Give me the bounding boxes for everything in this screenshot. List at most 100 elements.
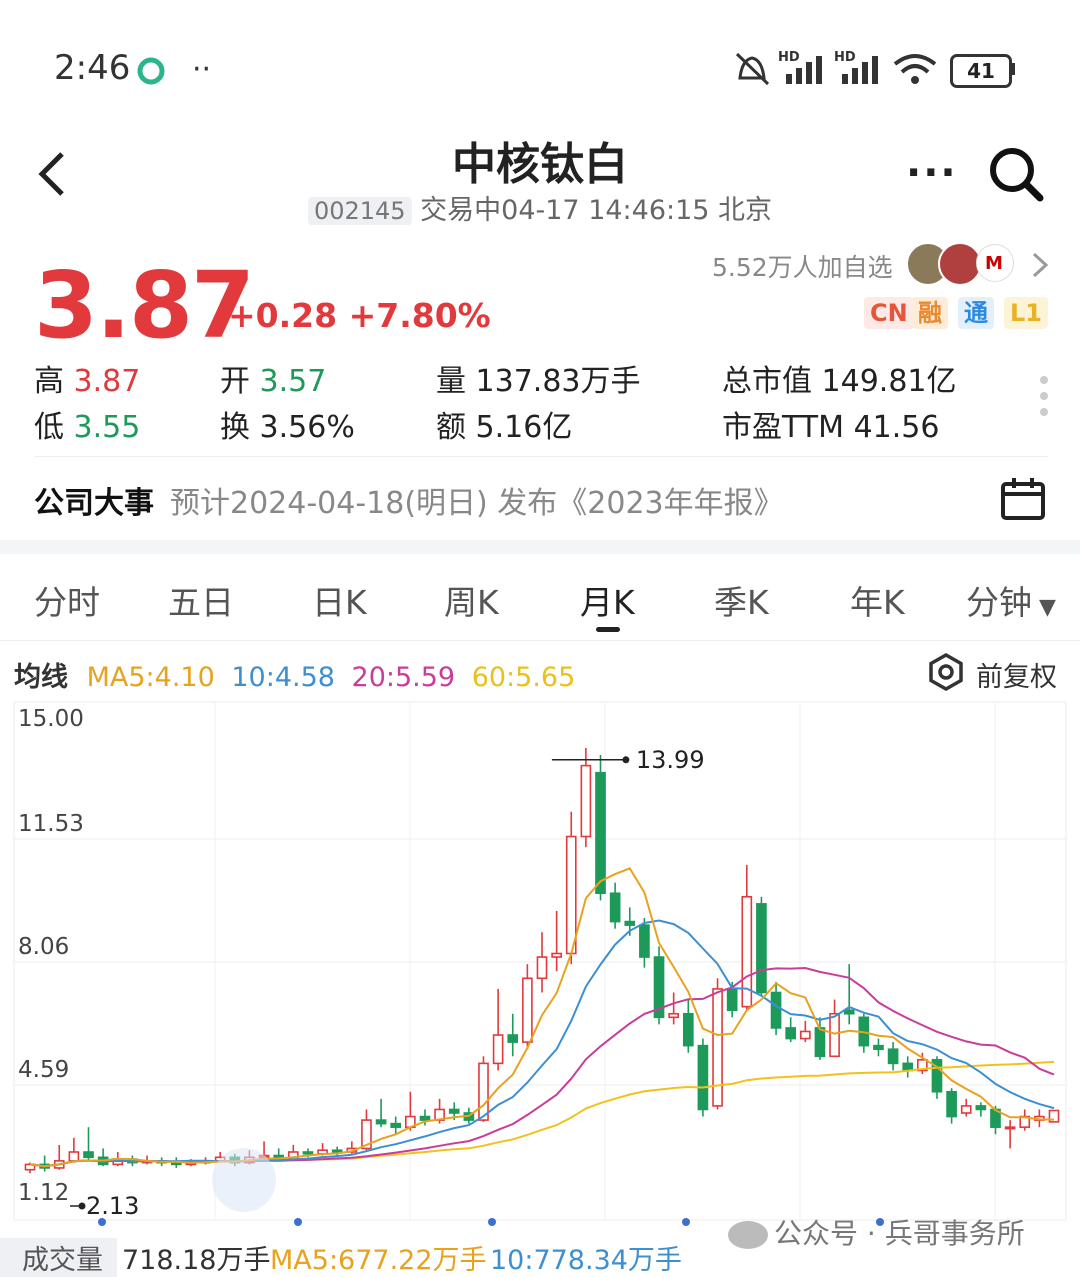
- candle-body: [668, 1012, 679, 1019]
- candle-body: [770, 991, 782, 1029]
- candle-body: [331, 1149, 343, 1153]
- candle-body: [726, 988, 738, 1012]
- y-tick-label: 15.00: [18, 706, 84, 732]
- volume-value: 718.18万手: [122, 1245, 271, 1276]
- candle-body: [946, 1090, 957, 1118]
- volume-label: 成交量: [0, 1238, 117, 1277]
- candle-body: [507, 1034, 519, 1043]
- candle-body: [565, 835, 577, 955]
- ma20-line: [29, 966, 1055, 1168]
- tab-intraday[interactable]: 分时: [34, 576, 100, 624]
- volume-ma10: 10:778.34万手: [490, 1245, 682, 1276]
- tag-cn[interactable]: CN: [864, 297, 914, 329]
- watermark-text: 公众号 · 兵哥事务所: [774, 1217, 1025, 1250]
- candle-body: [975, 1105, 987, 1111]
- status-bar: 2:46 ·· HD HD 41: [0, 0, 1080, 130]
- candle-body: [536, 956, 548, 980]
- stat-volume: 量 137.83万手: [436, 364, 641, 399]
- candle-body: [682, 1012, 694, 1047]
- stat-low: 低 3.55: [34, 410, 141, 445]
- dropdown-arrow-icon: ▼: [1032, 595, 1056, 620]
- stat-high: 高 3.87: [34, 364, 141, 399]
- ma-legend: 均线 MA5:4.10 10:4.58 20:5.59 60:5.65: [14, 655, 575, 694]
- event-text: 预计2024-04-18(明日) 发布《2023年年报》: [170, 486, 784, 521]
- candle-body: [302, 1151, 314, 1155]
- adjust-mode[interactable]: 前复权: [976, 655, 1057, 694]
- y-tick-label: 11.53: [18, 811, 84, 837]
- tab-monthly-k[interactable]: 月K: [580, 576, 635, 624]
- more-icon[interactable]: ···: [906, 150, 958, 196]
- ma10-value: 10:4.58: [231, 662, 335, 693]
- change-percent: +7.80%: [348, 296, 491, 335]
- section-separator: [0, 540, 1080, 554]
- tab-quarterly-k[interactable]: 季K: [714, 576, 769, 624]
- candle-body: [492, 1034, 504, 1065]
- y-tick-label: 1.12: [18, 1180, 69, 1206]
- company-event[interactable]: 公司大事 预计2024-04-18(明日) 发布《2023年年报》: [34, 478, 784, 522]
- tag-margin[interactable]: 融: [912, 297, 948, 329]
- event-dot: [98, 1218, 106, 1226]
- low-marker-dot: [78, 1202, 86, 1210]
- wifi-icon: [893, 54, 937, 84]
- stat-open: 开 3.57: [220, 364, 327, 399]
- candle-body: [960, 1105, 972, 1114]
- candle-body: [375, 1119, 387, 1125]
- watchers-count[interactable]: 5.52万人加自选: [712, 248, 893, 284]
- event-dot: [682, 1218, 690, 1226]
- candle-body: [609, 892, 621, 923]
- current-price: 3.87: [34, 252, 255, 359]
- tab-five-day[interactable]: 五日: [168, 576, 234, 624]
- candle-body: [390, 1122, 402, 1128]
- candle-body: [887, 1048, 899, 1065]
- search-icon[interactable]: [988, 146, 1044, 202]
- candle-body: [595, 771, 606, 895]
- tab-minute[interactable]: 分钟 ▼: [966, 576, 1056, 624]
- candle-body: [580, 764, 592, 838]
- event-label: 公司大事: [34, 486, 154, 521]
- tag-connect[interactable]: 通: [958, 297, 994, 329]
- watermark: 公众号 · 兵哥事务所: [728, 1212, 1025, 1252]
- candle-body: [551, 952, 562, 958]
- candle-body: [756, 903, 767, 994]
- battery-level: 41: [967, 59, 995, 83]
- tag-l1[interactable]: L1: [1004, 297, 1048, 329]
- candle-body: [814, 1027, 826, 1058]
- svg-text:M: M: [985, 253, 1003, 274]
- candle-body: [712, 988, 723, 1107]
- candle-body: [68, 1151, 80, 1162]
- candle-body: [829, 1012, 840, 1058]
- y-tick-label: 8.06: [18, 934, 69, 960]
- ma5-line: [29, 867, 1055, 1168]
- wechat-icon: [728, 1221, 768, 1249]
- status-time: 2:46: [54, 48, 131, 88]
- tab-minute-label: 分钟: [966, 583, 1032, 622]
- signal-icon: [786, 56, 822, 84]
- tab-daily-k[interactable]: 日K: [312, 576, 367, 624]
- ma-label: 均线: [14, 662, 68, 693]
- candle-body: [522, 977, 533, 1043]
- stat-market-cap: 总市值 149.81亿: [722, 364, 957, 399]
- candle-body: [419, 1115, 431, 1121]
- tab-yearly-k[interactable]: 年K: [850, 576, 905, 624]
- price-change: +0.28 +7.80%: [228, 296, 491, 335]
- more-dots-icon: ··: [192, 52, 212, 87]
- settings-gear-icon[interactable]: [926, 652, 966, 692]
- candle-body: [873, 1044, 884, 1050]
- kline-chart[interactable]: 15.00 11.53 8.06 4.59 1.12 13.99 2.13: [0, 698, 1080, 1238]
- silent-bell-icon: [735, 52, 770, 86]
- low-label: 2.13: [86, 1192, 139, 1220]
- candle-body: [785, 1027, 797, 1040]
- expand-dots-icon[interactable]: [1036, 374, 1052, 422]
- calendar-icon[interactable]: [1000, 476, 1046, 522]
- avatar-3: M: [976, 244, 1014, 282]
- chevron-right-icon[interactable]: [1030, 250, 1050, 280]
- tab-weekly-k[interactable]: 周K: [444, 576, 499, 624]
- ma20-value: 20:5.59: [351, 662, 456, 693]
- change-amount: +0.28: [228, 296, 338, 335]
- battery-icon: 41: [950, 54, 1012, 88]
- signal-icon-2: [842, 56, 878, 84]
- candle-body: [843, 1009, 855, 1015]
- ma60-line: [29, 1060, 1055, 1168]
- candle-body: [83, 1151, 94, 1159]
- trading-status: 交易中04-17 14:46:15 北京: [420, 195, 773, 226]
